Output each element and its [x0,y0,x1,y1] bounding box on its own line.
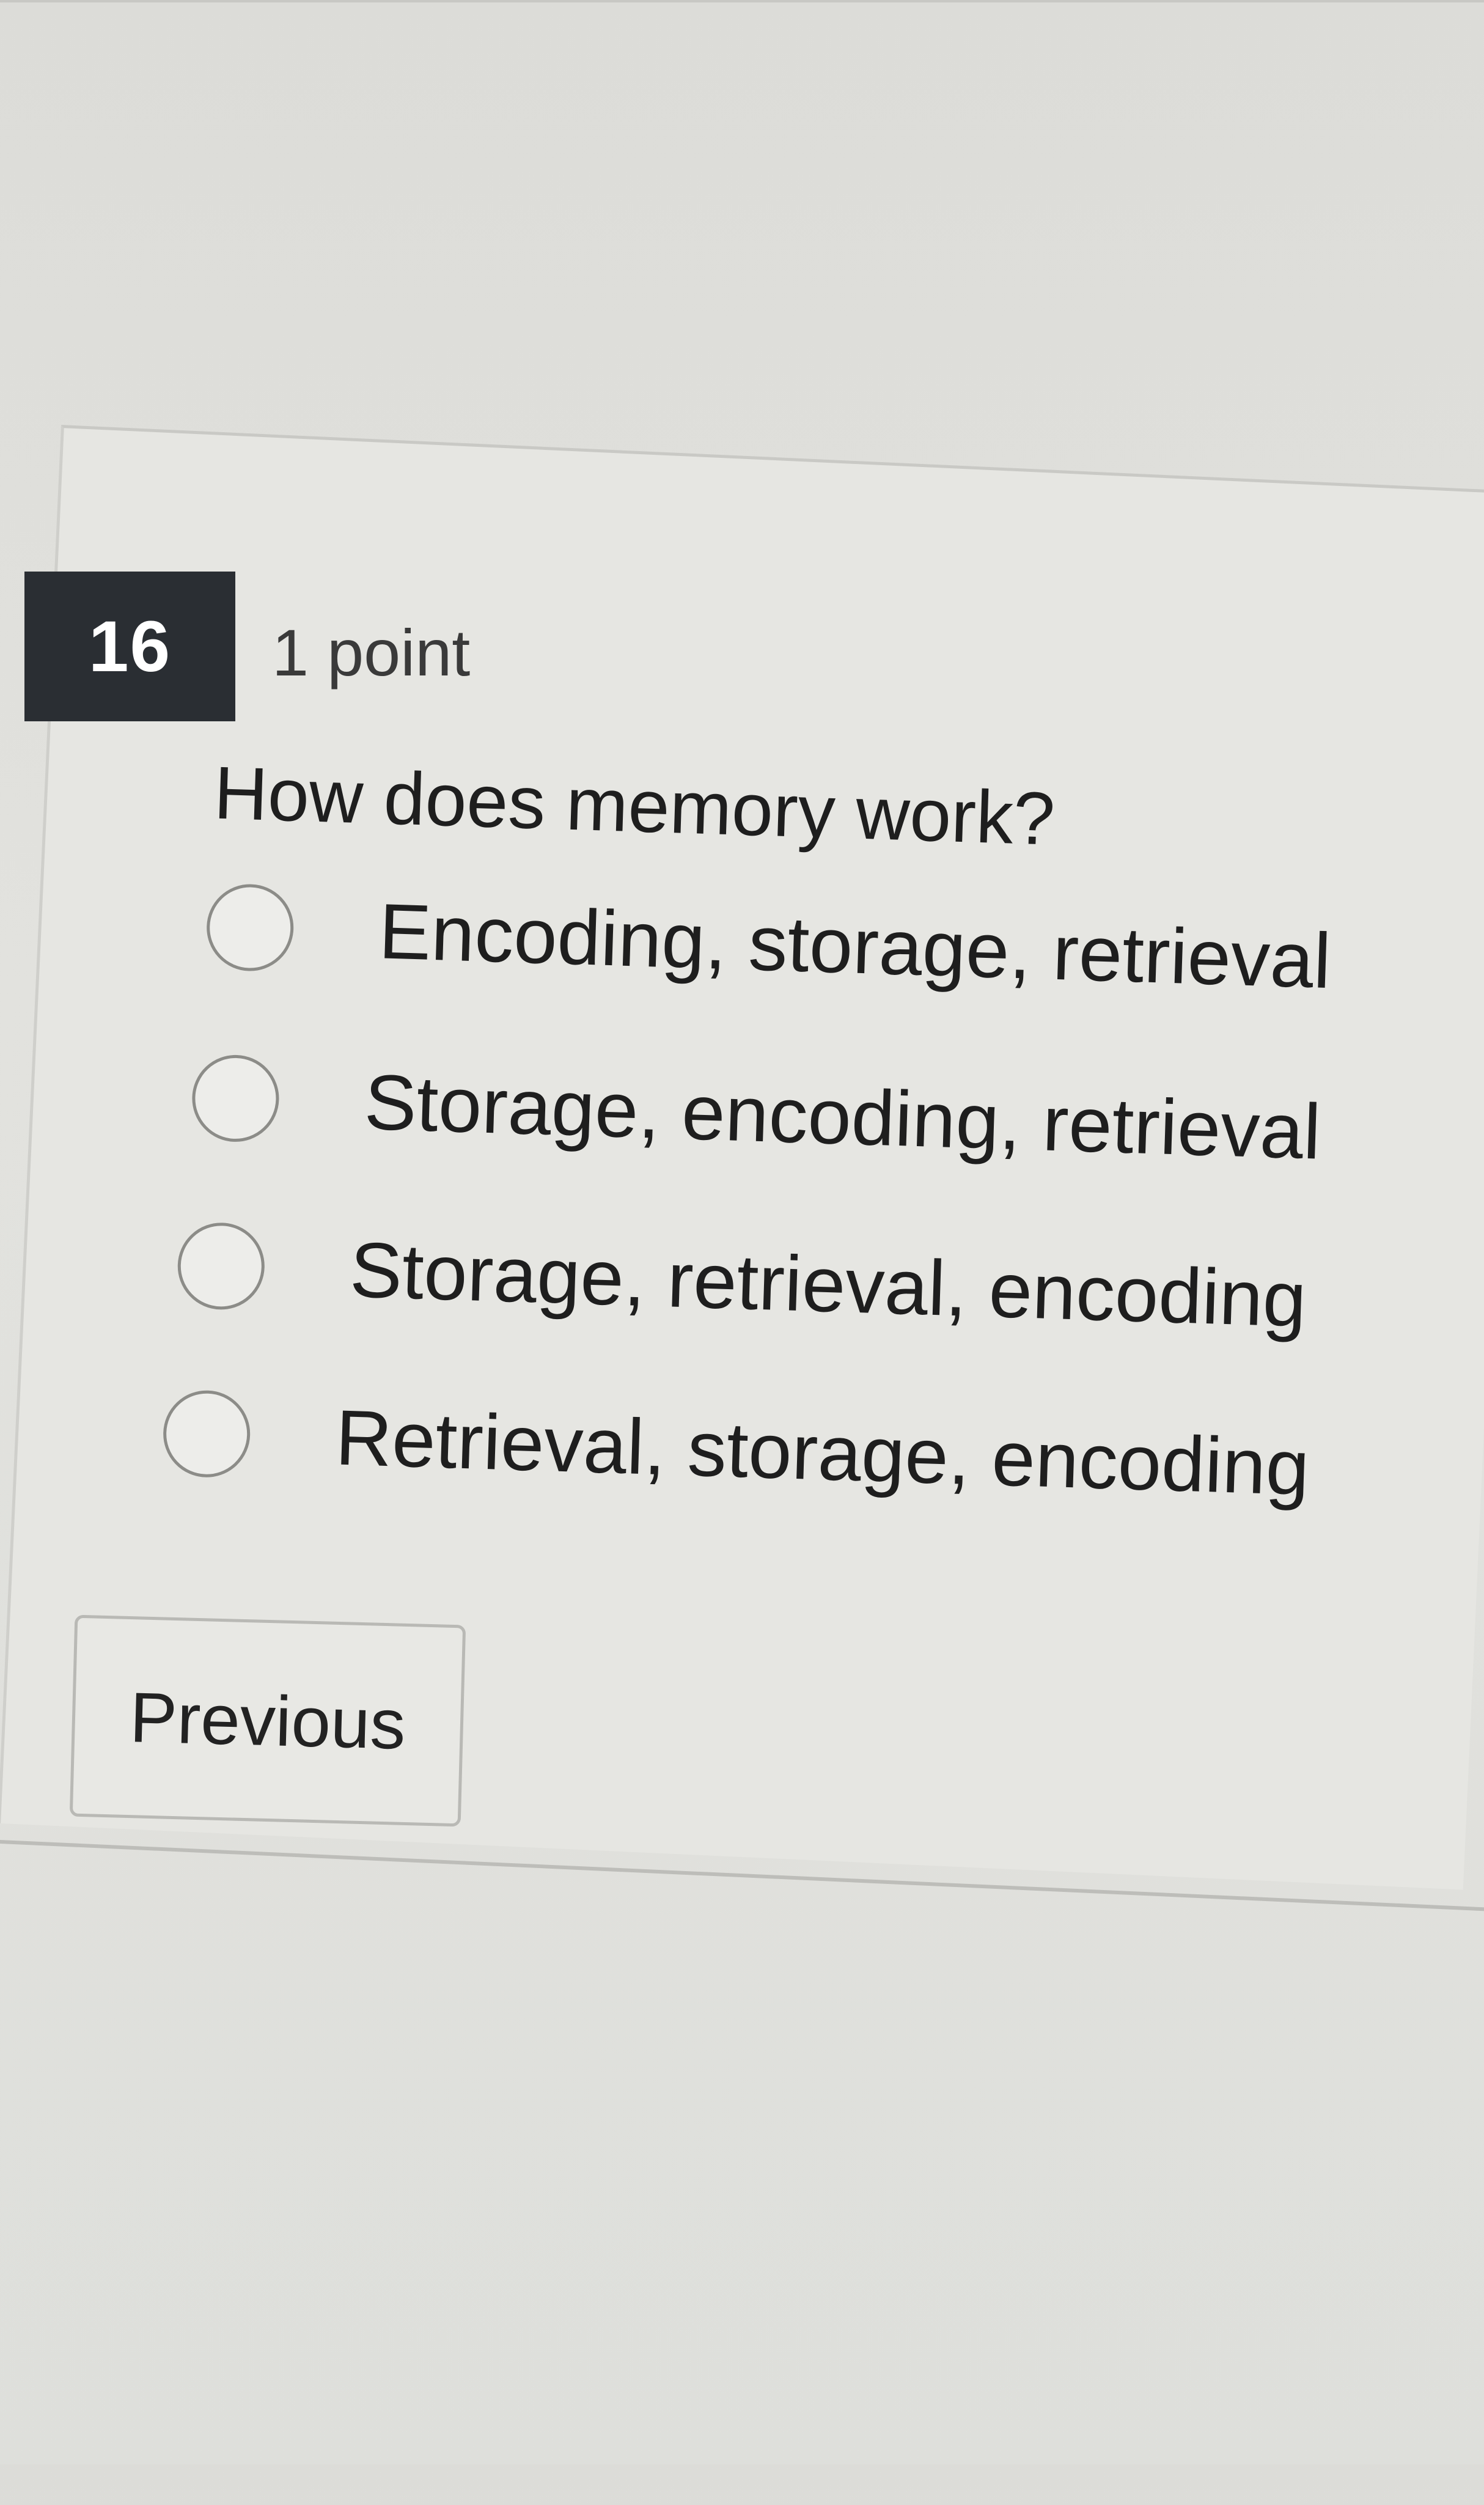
answer-option-label: Retrieval, storage, encoding [334,1394,1311,1512]
answer-option-label: Storage, encoding, retrieval [363,1058,1323,1176]
answer-option[interactable]: Retrieval, storage, encoding [161,1388,1311,1514]
radio-button[interactable] [205,882,295,973]
previous-button[interactable]: Previous [69,1614,466,1827]
answer-option[interactable]: Storage, encoding, retrieval [191,1052,1322,1177]
question-content: How does memory work? Encoding, storage,… [0,0,1484,2504]
radio-button[interactable] [176,1221,266,1311]
answer-option[interactable]: Encoding, storage, retrieval [205,881,1332,1006]
radio-button[interactable] [161,1389,252,1479]
previous-button-label: Previous [128,1677,407,1764]
question-text: How does memory work? [212,751,1056,861]
radio-button[interactable] [191,1053,281,1143]
answer-option[interactable]: Storage, retrieval, encoding [176,1219,1308,1345]
answer-option-label: Encoding, storage, retrieval [377,888,1332,1006]
answer-option-label: Storage, retrieval, encoding [348,1226,1308,1344]
